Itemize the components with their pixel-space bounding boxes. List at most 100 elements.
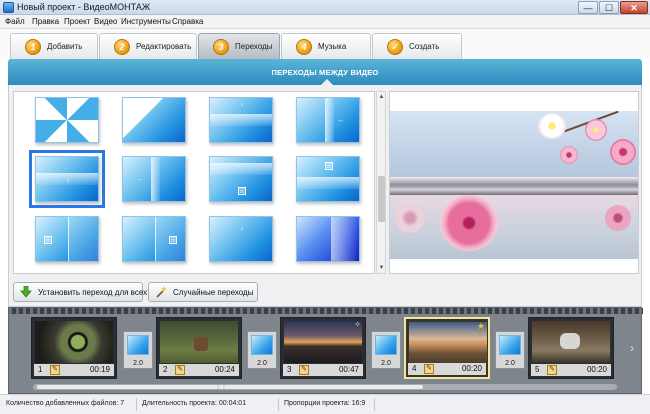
clip-duration: 00:19 xyxy=(89,365,110,374)
flower xyxy=(610,139,636,165)
timeline: 1 ✎ 00:19 2.0 2 ✎ 00:24 2.0 ✧ 3 ✎ 00:47 … xyxy=(8,307,643,394)
menu-file[interactable]: Файл xyxy=(5,17,25,26)
transition-split-squares[interactable]: ⊞ xyxy=(209,156,273,202)
transition-thumbnail xyxy=(251,335,273,355)
clip-thumbnail xyxy=(160,321,238,363)
scrollbar-thumb[interactable] xyxy=(378,176,385,222)
window-title: Новый проект - ВидеоМОНТАЖ xyxy=(17,2,151,12)
tab-transitions-label: Переходы xyxy=(235,42,273,51)
menu-edit[interactable]: Правка xyxy=(32,17,59,26)
arrow-down-icon: ↓ xyxy=(66,177,70,184)
transition-pinwheel[interactable] xyxy=(35,97,99,143)
tab-create-label: Создать xyxy=(409,42,440,51)
edit-icon[interactable]: ✎ xyxy=(50,365,60,375)
maximize-button[interactable]: ☐ xyxy=(599,1,619,14)
random-transitions-button[interactable]: Случайные переходы xyxy=(148,282,258,302)
flower xyxy=(585,119,607,141)
transition-duration: 2.0 xyxy=(257,360,267,367)
transition-thumbnail xyxy=(499,335,521,355)
apply-all-label: Установить переход для всех xyxy=(38,288,148,297)
flower xyxy=(440,195,498,251)
scrollbar-thumb[interactable]: ⋮⋮ xyxy=(37,384,423,390)
status-divider xyxy=(136,398,137,411)
transitions-grid: ↓ ← ↓ → ⊞ ⊞ ⊞ ⊞ ↓ xyxy=(13,91,375,274)
tab-music-label: Музыка xyxy=(318,42,347,51)
transition-diagonal-wipe[interactable] xyxy=(122,97,186,143)
menu-tools[interactable]: Инструменты xyxy=(121,17,171,26)
status-project-duration: Длительность проекта: 00:04:01 xyxy=(142,400,247,407)
timeline-transition-2[interactable]: 2.0 xyxy=(247,331,277,369)
flower xyxy=(560,146,578,164)
arrow-left-icon: ← xyxy=(337,117,345,124)
clip-2[interactable]: 2 ✎ 00:24 xyxy=(156,317,242,379)
tab-create[interactable]: ✓ Создать xyxy=(372,33,462,59)
timeline-scrollbar[interactable]: ⋮⋮ xyxy=(33,384,617,390)
clip-info-bar: 4 ✎ 00:20 xyxy=(408,363,486,375)
band-pattern xyxy=(151,157,160,201)
clip-duration: 00:24 xyxy=(214,365,235,374)
transition-slide-down[interactable]: ↓ xyxy=(209,216,273,262)
edit-icon[interactable]: ✎ xyxy=(175,365,185,375)
clip-3[interactable]: ✧ 3 ✎ 00:47 xyxy=(280,317,366,379)
timeline-transition-3[interactable]: 2.0 xyxy=(371,331,401,369)
minimize-button[interactable]: — xyxy=(578,1,598,14)
transitions-scrollbar[interactable]: ▲ ▼ xyxy=(376,91,386,274)
clip-thumbnail xyxy=(284,321,362,363)
close-button[interactable]: ✕ xyxy=(620,1,648,14)
tab-transitions[interactable]: 3 Переходы xyxy=(198,33,280,59)
transition-horizontal-split[interactable]: ↓ xyxy=(29,150,105,208)
transition-spray[interactable] xyxy=(296,216,360,262)
timeline-transition-4[interactable]: 2.0 xyxy=(495,331,525,369)
edit-icon[interactable]: ✎ xyxy=(424,364,434,374)
apply-all-transitions-button[interactable]: Установить переход для всех xyxy=(13,282,147,302)
menu-project[interactable]: Проект xyxy=(64,17,90,26)
pinwheel-pattern xyxy=(36,98,98,142)
magic-wand-icon xyxy=(155,286,167,298)
arrow-down-icon xyxy=(20,285,32,298)
animal xyxy=(560,333,580,349)
scroll-up-icon[interactable]: ▲ xyxy=(378,93,385,101)
chevron-right-icon[interactable]: › xyxy=(630,341,634,355)
clip-number: 1 xyxy=(38,365,43,374)
transition-thumbnail xyxy=(127,335,149,355)
clip-thumbnail xyxy=(409,322,487,364)
clip-number: 4 xyxy=(412,364,417,373)
transition-door-squares[interactable]: ⊞ xyxy=(122,216,186,262)
preview-photo-bottom xyxy=(390,195,638,259)
clip-info-bar: 1 ✎ 00:19 xyxy=(34,364,114,376)
clip-info-bar: 2 ✎ 00:24 xyxy=(159,364,239,376)
star-icon: ★ xyxy=(476,321,485,331)
transition-vertical-slide-left[interactable]: ← xyxy=(296,97,360,143)
tab-music[interactable]: 4 Музыка xyxy=(281,33,371,59)
menu-video[interactable]: Видео xyxy=(94,17,117,26)
title-bar: Новый проект - ВидеоМОНТАЖ — ☐ ✕ xyxy=(0,0,650,15)
status-divider xyxy=(278,398,279,411)
band-pattern xyxy=(297,177,359,189)
tab-edit[interactable]: 2 Редактировать xyxy=(99,33,197,59)
transition-thumbnail xyxy=(375,335,397,355)
transition-split-squares-horizontal[interactable]: ⊞ xyxy=(296,156,360,202)
clip-duration: 00:47 xyxy=(338,365,359,374)
timeline-transition-1[interactable]: 2.0 xyxy=(123,331,153,369)
band-pattern xyxy=(210,163,272,175)
clip-info-bar: 3 ✎ 00:47 xyxy=(283,364,363,376)
clip-4[interactable]: ★ 4 ✎ 00:20 xyxy=(404,317,490,379)
clip-number: 2 xyxy=(163,365,168,374)
squares-icon: ⊞ xyxy=(238,187,246,195)
clip-5[interactable]: 5 ✎ 00:20 xyxy=(528,317,614,379)
scroll-down-icon[interactable]: ▼ xyxy=(378,264,385,272)
grip-icon: ⋮⋮ xyxy=(215,384,227,390)
transition-vertical-door[interactable]: ⊞ xyxy=(35,216,99,262)
arrow-down-icon: ↓ xyxy=(240,101,244,108)
transition-horizontal-slide-down[interactable]: ↓ xyxy=(209,97,273,143)
flower xyxy=(605,205,631,231)
band-pattern xyxy=(210,114,272,126)
squares-icon: ⊞ xyxy=(169,236,177,244)
menu-help[interactable]: Справка xyxy=(172,17,203,26)
clip-1[interactable]: 1 ✎ 00:19 xyxy=(31,317,117,379)
step-4-badge: 4 xyxy=(296,39,312,55)
edit-icon[interactable]: ✎ xyxy=(547,365,557,375)
transition-vertical-band[interactable]: → xyxy=(122,156,186,202)
edit-icon[interactable]: ✎ xyxy=(299,365,309,375)
tab-add[interactable]: 1 Добавить xyxy=(10,33,98,59)
